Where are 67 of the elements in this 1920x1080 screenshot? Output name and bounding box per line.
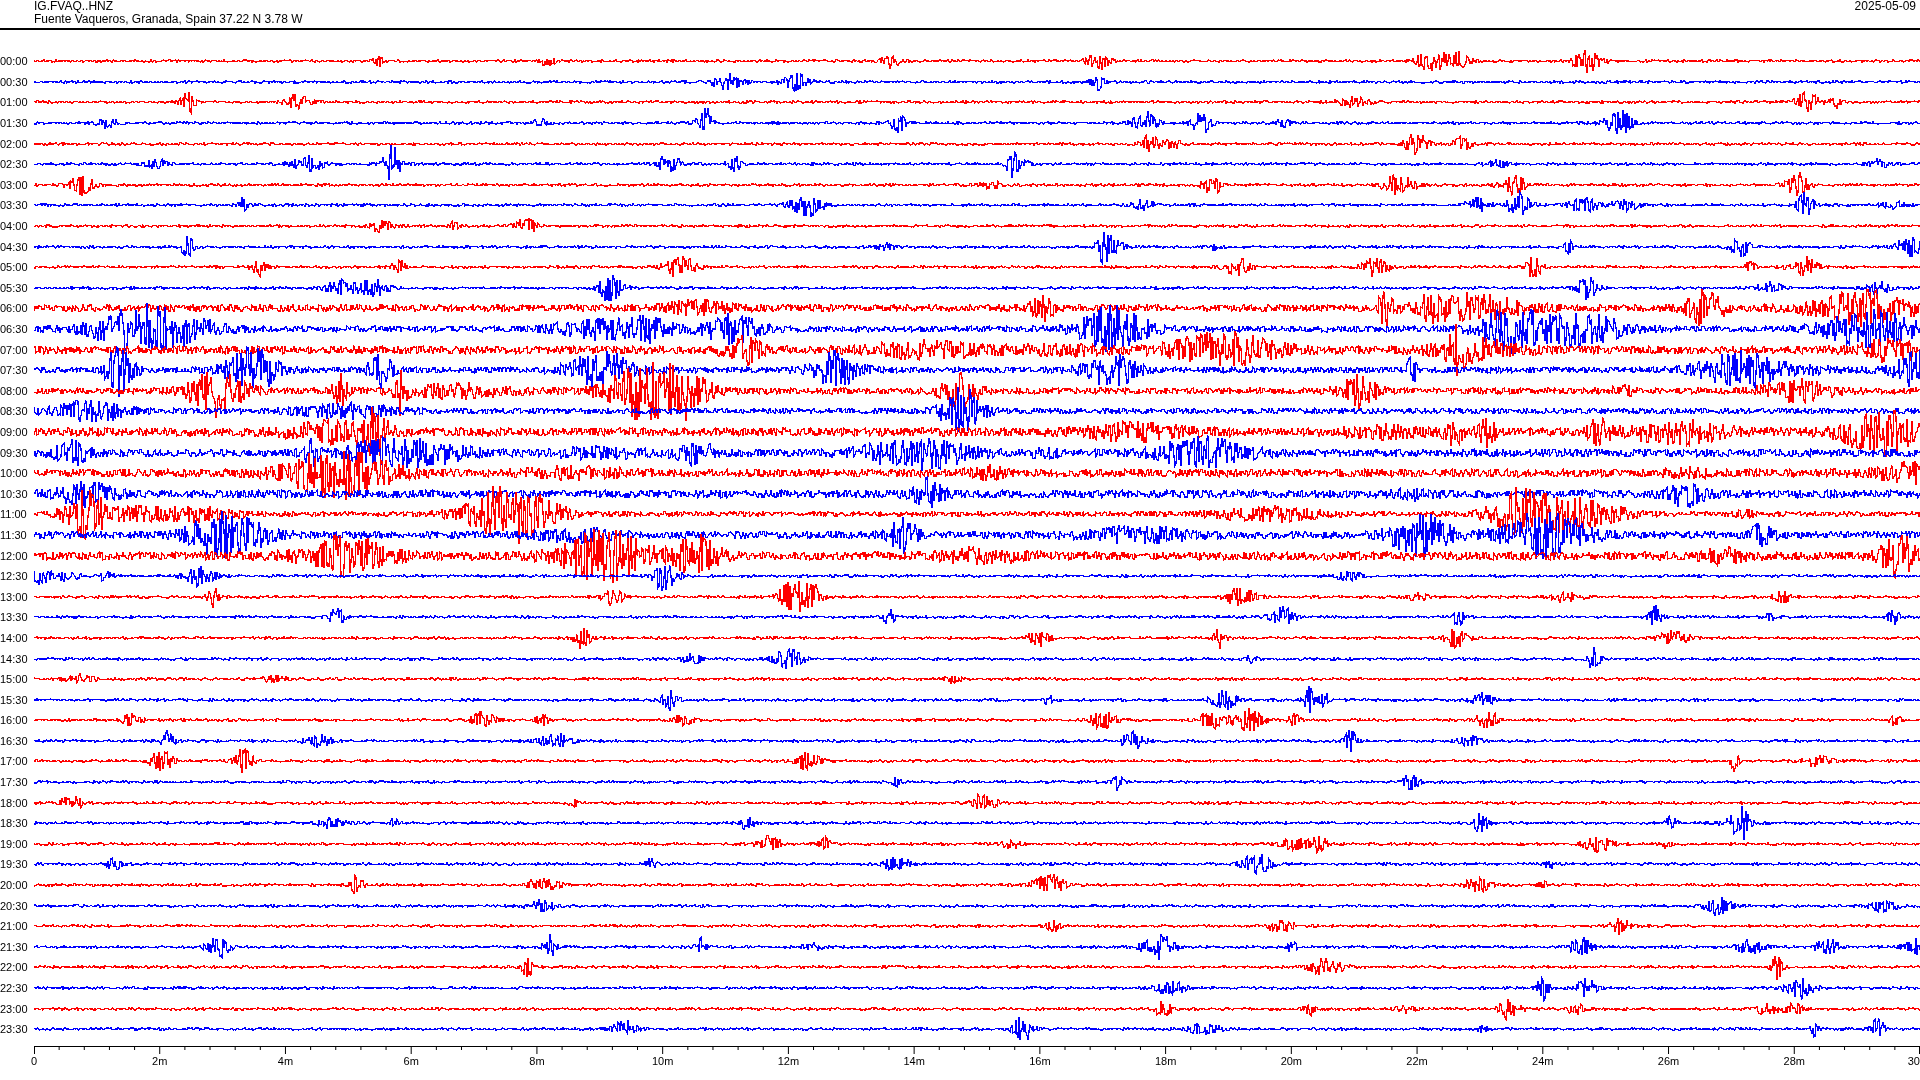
time-label: 07:30 — [0, 364, 29, 377]
time-label: 02:00 — [0, 137, 29, 150]
axis-label: 2m — [152, 1054, 168, 1067]
time-label: 20:30 — [0, 899, 29, 912]
axis-label: 12m — [777, 1054, 800, 1067]
time-label: 15:30 — [0, 693, 29, 706]
time-label: 01:00 — [0, 96, 29, 109]
time-label: 14:30 — [0, 652, 29, 665]
time-label: 13:00 — [0, 590, 29, 603]
time-label: 00:30 — [0, 75, 29, 88]
time-label: 21:30 — [0, 940, 29, 953]
time-label: 16:30 — [0, 734, 29, 747]
time-label: 06:00 — [0, 302, 29, 315]
time-label: 05:30 — [0, 281, 29, 294]
time-label: 10:00 — [0, 467, 29, 480]
time-label: 08:30 — [0, 405, 29, 418]
time-label: 09:30 — [0, 446, 29, 459]
axis-label: 24m — [1532, 1054, 1554, 1067]
time-label: 08:00 — [0, 384, 29, 397]
axis-label: 0 — [30, 1054, 38, 1067]
time-label: 00:00 — [0, 55, 29, 68]
time-label: 15:00 — [0, 673, 29, 686]
time-label: 18:30 — [0, 817, 29, 830]
time-label: 13:30 — [0, 611, 29, 624]
time-label: 19:00 — [0, 837, 29, 850]
time-label: 07:00 — [0, 343, 29, 356]
time-label: 04:30 — [0, 240, 29, 253]
time-label: 23:00 — [0, 1002, 29, 1015]
time-label: 20:00 — [0, 879, 29, 892]
time-label: 11:30 — [0, 528, 28, 541]
time-label: 04:00 — [0, 220, 29, 233]
axis-label: 28m — [1783, 1054, 1805, 1067]
time-label: 06:30 — [0, 323, 29, 335]
axis-label: 4m — [277, 1054, 294, 1067]
time-label: 19:30 — [0, 858, 29, 871]
time-label: 18:00 — [0, 796, 29, 809]
time-label: 16:00 — [0, 714, 29, 727]
time-label: 03:00 — [0, 178, 29, 191]
time-label: 01:30 — [0, 117, 29, 130]
time-label: 14:00 — [0, 631, 29, 644]
time-label: 17:30 — [0, 776, 29, 789]
station-location: Fuente Vaqueros, Granada, Spain 37.22 N 3.78 W — [34, 13, 303, 26]
axis-label: 14m — [903, 1054, 925, 1067]
time-label: 02:30 — [0, 158, 29, 171]
time-label: 10:30 — [0, 487, 29, 500]
axis-label: 6m — [403, 1054, 419, 1067]
axis-label: 8m — [529, 1054, 545, 1067]
time-label: 12:30 — [0, 570, 29, 583]
time-label: 21:00 — [0, 920, 29, 933]
axis-label: 20m — [1280, 1054, 1303, 1067]
axis-label: 26m — [1657, 1054, 1680, 1067]
time-label: 12:00 — [0, 549, 29, 562]
axis-label: 10m — [651, 1054, 674, 1067]
time-label: 22:30 — [0, 982, 29, 994]
axis-label: 22m — [1406, 1054, 1428, 1067]
time-label: 03:30 — [0, 199, 29, 212]
station-code: IG.FVAQ..HNZ — [34, 0, 115, 13]
time-label: 09:00 — [0, 426, 29, 438]
time-label: 22:00 — [0, 961, 29, 974]
time-label: 17:00 — [0, 755, 29, 768]
time-label: 05:00 — [0, 261, 29, 274]
time-label: 11:00 — [0, 508, 28, 521]
axis-label: 30 — [1907, 1054, 1920, 1067]
axis-label: 18m — [1154, 1054, 1177, 1067]
date-label: 2025-05-09 — [1854, 0, 1916, 15]
axis-label: 16m — [1029, 1054, 1051, 1067]
time-label: 23:30 — [0, 1023, 29, 1036]
